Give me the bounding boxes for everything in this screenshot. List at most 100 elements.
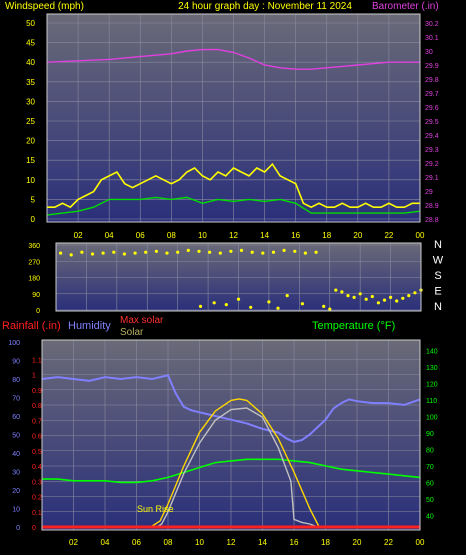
windspeed-axis-label: Windspeed (mph)	[5, 1, 84, 12]
rainfall-tick-label: 1	[32, 373, 36, 380]
humidity-tick-label: 90	[12, 359, 20, 366]
sun-rise-annotation: Sun Rise	[137, 504, 174, 514]
hour-tick-label: 14	[260, 231, 269, 240]
humidity-legend: Humidity	[68, 320, 111, 332]
humidity-tick-label: 60	[12, 414, 20, 421]
temperature-tick-label: 50	[426, 497, 434, 504]
barometer-tick-label: 29.5	[425, 119, 439, 126]
windspeed-ticks: 0 5 10 15 20 25 30 35 40 45 50	[26, 19, 35, 224]
barometer-tick-label: 29.1	[425, 175, 439, 182]
wind-direction-point	[90, 252, 95, 256]
hour-tick-label: 06	[132, 538, 141, 547]
wind-direction-point	[352, 295, 356, 299]
direction-tick-label: 360	[28, 243, 40, 250]
windspeed-tick-label: 35	[26, 78, 35, 87]
temperature-tick-label: 90	[426, 431, 434, 438]
compass-letter: W	[433, 255, 444, 267]
hour-tick-label: 00	[416, 231, 425, 240]
weather-graph-page: Windspeed (mph) 24 hour graph day : Nove…	[0, 0, 466, 555]
wind-direction-point	[197, 249, 201, 253]
direction-tick-label: 180	[28, 276, 40, 283]
hour-tick-label: 18	[322, 231, 331, 240]
wind-direction-point	[261, 251, 265, 255]
hour-tick-label: 12	[227, 538, 236, 547]
wind-direction-point	[69, 253, 73, 257]
barometer-tick-label: 29.6	[425, 105, 439, 112]
wind-direction-point	[101, 251, 105, 255]
rainfall-tick-label: 0	[32, 525, 36, 532]
wind-direction-point	[154, 249, 158, 253]
wind-direction-point	[112, 250, 116, 254]
direction-tick-label: 270	[28, 259, 40, 266]
temperature-tick-label: 60	[426, 480, 434, 487]
weather-panel-hour-ticks: 02 04 06 08 10 12 14 16 18 20 22 00	[69, 538, 425, 547]
barometer-tick-label: 29	[425, 189, 433, 196]
rainfall-tick-label: 0.7	[32, 418, 42, 425]
windspeed-tick-label: 40	[26, 58, 35, 67]
wind-direction-point	[389, 295, 393, 299]
weather-graph: Windspeed (mph) 24 hour graph day : Nove…	[2, 1, 444, 547]
wind-direction-point	[407, 294, 411, 298]
windspeed-tick-label: 10	[26, 176, 35, 185]
wind-direction-point	[224, 303, 228, 307]
barometer-tick-label: 28.9	[425, 203, 439, 210]
humidity-ticks: 0 10 20 30 40 50 60 70 80 90 100	[8, 340, 20, 532]
wind-direction-point	[282, 248, 286, 252]
windspeed-tick-label: 15	[26, 156, 35, 165]
wind-direction-point	[413, 291, 417, 295]
wind-direction-point	[382, 298, 387, 302]
humidity-tick-label: 0	[16, 525, 20, 532]
hour-tick-label: 04	[101, 538, 110, 547]
wind-direction-point	[276, 306, 280, 310]
barometer-tick-label: 28.8	[425, 217, 439, 224]
windspeed-tick-label: 25	[26, 117, 35, 126]
barometer-tick-label: 29.7	[425, 91, 439, 98]
temperature-tick-label: 140	[426, 348, 438, 355]
wind-direction-point	[229, 249, 233, 253]
direction-tick-label: 0	[36, 308, 40, 315]
direction-tick-label: 90	[32, 292, 40, 299]
rainfall-legend: Rainfall (.in)	[2, 320, 61, 332]
wind-direction-point	[401, 296, 405, 300]
direction-degree-ticks: 0 90 180 270 360	[28, 243, 40, 315]
barometer-axis-label: Barometer (.in)	[372, 1, 439, 12]
windspeed-tick-label: 0	[31, 215, 36, 224]
rainfall-tick-label: 0.5	[32, 449, 42, 456]
max-solar-legend: Max solar	[120, 315, 164, 326]
wind-direction-point	[236, 297, 241, 301]
barometer-tick-label: 29.4	[425, 133, 439, 140]
barometer-tick-label: 29.9	[425, 63, 439, 70]
solar-legend: Solar	[120, 327, 144, 338]
temperature-ticks: 40 50 60 70 80 90 100 110 120 130 140	[426, 348, 438, 520]
wind-direction-point	[59, 251, 63, 255]
wind-direction-point	[198, 304, 203, 308]
wind-direction-point	[303, 251, 307, 255]
temperature-legend: Temperature (°F)	[312, 320, 395, 332]
temperature-tick-label: 40	[426, 513, 434, 520]
graph-title: 24 hour graph day : November 11 2024	[178, 1, 352, 12]
temperature-tick-label: 130	[426, 365, 438, 372]
hour-tick-label: 22	[384, 231, 393, 240]
temperature-tick-label: 100	[426, 414, 438, 421]
hour-tick-label: 02	[69, 538, 78, 547]
wind-direction-point	[218, 251, 222, 255]
hour-tick-label: 16	[291, 231, 300, 240]
wind-direction-point	[328, 307, 332, 311]
wind-direction-point	[314, 250, 318, 254]
wind-direction-point	[122, 252, 126, 256]
wind-direction-point	[239, 248, 244, 252]
hour-tick-label: 10	[195, 538, 204, 547]
wind-direction-point	[300, 302, 304, 306]
wind-direction-point	[186, 248, 190, 252]
barometer-tick-label: 29.2	[425, 161, 439, 168]
windspeed-tick-label: 45	[26, 39, 35, 48]
hour-tick-label: 02	[74, 231, 83, 240]
hour-tick-label: 20	[353, 231, 362, 240]
hour-tick-label: 20	[353, 538, 362, 547]
barometer-tick-label: 30	[425, 49, 433, 56]
barometer-tick-label: 30.2	[425, 21, 439, 28]
humidity-tick-label: 20	[12, 488, 20, 495]
rainfall-tick-label: 0.3	[32, 479, 42, 486]
hour-tick-label: 12	[229, 231, 238, 240]
barometer-ticks: 28.8 28.9 29 29.1 29.2 29.3 29.4 29.5 29.6 29.7 29…	[425, 21, 439, 224]
